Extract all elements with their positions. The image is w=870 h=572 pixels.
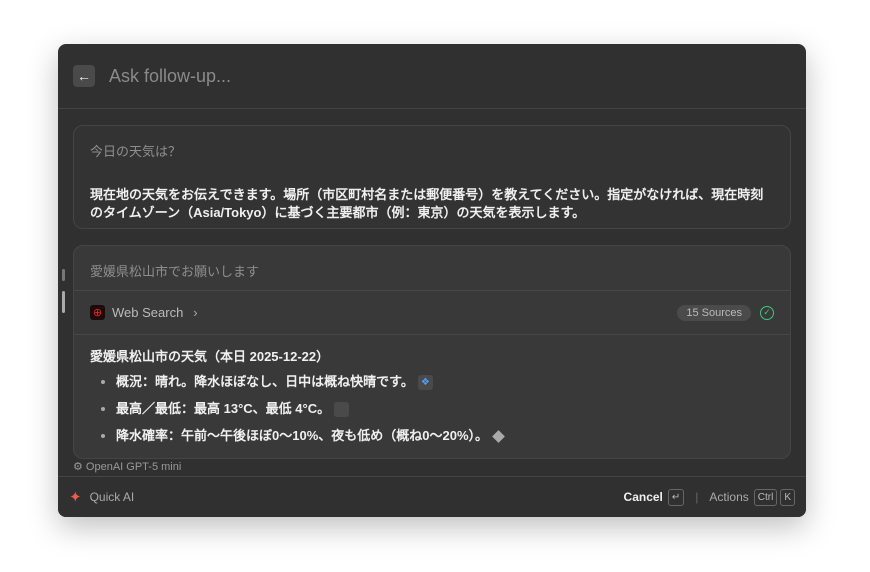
ctrl-key: Ctrl	[753, 488, 778, 506]
tool-label: Web Search	[112, 305, 184, 320]
divider: |	[695, 490, 699, 504]
enter-key-icon: ↵	[667, 488, 685, 506]
message-card: 愛媛県松山市でお願いします ⊕ Web Search › 15 Sources …	[73, 245, 791, 459]
follow-up-input[interactable]	[107, 64, 711, 88]
cancel-button[interactable]: Cancel	[624, 490, 663, 504]
diamond-icon[interactable]	[492, 430, 505, 443]
globe-icon: ⊕	[90, 305, 105, 320]
source-favicon-icon[interactable]: ❖	[417, 375, 433, 391]
quick-ai-logo-icon: ✦	[69, 489, 82, 506]
k-key: K	[780, 488, 795, 506]
check-circle-icon: ✓	[760, 305, 774, 320]
assistant-answer: 現在地の天気をお伝えできます。場所（市区町村名または郵便番号）を教えてください。…	[90, 187, 764, 220]
scrollbar-thumb[interactable]	[62, 291, 65, 313]
list-item: 概況：晴れ。降水ほぼなし、日中は概ね快晴です。❖	[116, 373, 774, 391]
list-item: 降水確率：午前〜午後ほぼ0〜10%、夜も低め（概ね0〜20%）。	[116, 427, 774, 445]
header: ←	[58, 44, 806, 109]
message-card: 今日の天気は？ 現在地の天気をお伝えできます。場所（市区町村名または郵便番号）を…	[73, 125, 791, 229]
user-question: 今日の天気は？	[90, 144, 182, 159]
actions-button[interactable]: Actions	[709, 490, 748, 504]
sources-badge[interactable]: 15 Sources	[677, 304, 751, 321]
assistant-answer: 愛媛県松山市の天気（本日 2025-12-22） 概況：晴れ。降水ほぼなし、日中…	[90, 346, 774, 454]
quick-ai-window: ← 今日の天気は？ 現在地の天気をお伝えできます。場所（市区町村名または郵便番号…	[58, 44, 806, 517]
chevron-right-icon: ›	[193, 305, 198, 320]
openai-icon: ⚙	[73, 461, 86, 473]
footer: ✦ Quick AI Cancel ↵ | Actions Ctrl K	[58, 476, 806, 517]
scrollbar-track[interactable]	[62, 269, 65, 281]
conversation: 今日の天気は？ 現在地の天気をお伝えできます。場所（市区町村名または郵便番号）を…	[58, 109, 806, 476]
answer-title: 愛媛県松山市の天気（本日 2025-12-22）	[90, 349, 330, 364]
model-label: ⚙ OpenAI GPT-5 mini	[73, 461, 182, 473]
user-question: 愛媛県松山市でお願いします	[90, 264, 260, 279]
source-favicon-icon[interactable]	[334, 402, 350, 418]
web-search-row[interactable]: ⊕ Web Search › 15 Sources ✓	[74, 290, 790, 335]
back-button[interactable]: ←	[73, 65, 95, 87]
arrow-left-icon: ←	[77, 68, 91, 84]
list-item: 最高／最低：最高 13°C、最低 4°C。	[116, 400, 774, 418]
app-name: Quick AI	[89, 490, 135, 504]
